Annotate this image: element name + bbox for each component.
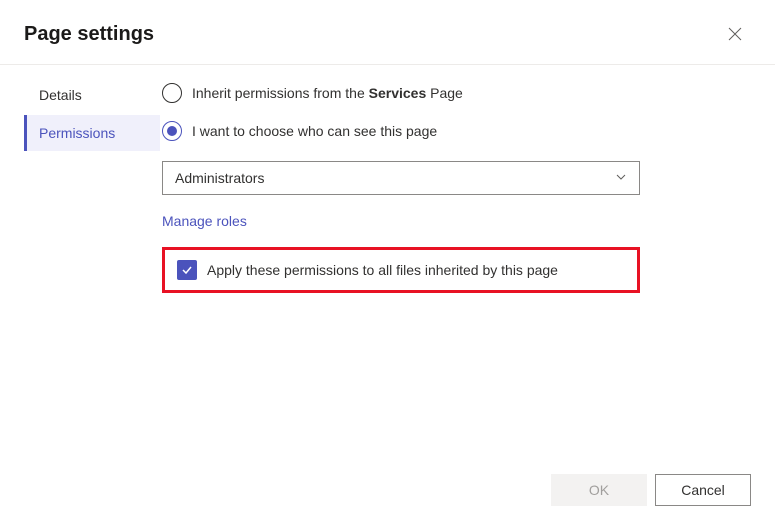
chevron-down-icon	[615, 170, 627, 186]
ok-button: OK	[551, 474, 647, 506]
radio-inherit-row[interactable]: Inherit permissions from the Services Pa…	[162, 83, 735, 103]
check-icon	[180, 263, 194, 277]
radio-inherit[interactable]	[162, 83, 182, 103]
radio-choose-label: I want to choose who can see this page	[192, 123, 437, 139]
tab-permissions[interactable]: Permissions	[24, 115, 160, 151]
sidebar: Details Permissions	[0, 77, 160, 293]
apply-checkbox-label: Apply these permissions to all files inh…	[207, 262, 558, 278]
radio-inherit-suffix: Page	[426, 85, 463, 101]
radio-choose-row[interactable]: I want to choose who can see this page	[162, 121, 735, 141]
main-panel: Inherit permissions from the Services Pa…	[160, 77, 775, 293]
close-button[interactable]	[719, 18, 751, 50]
manage-roles-link[interactable]: Manage roles	[162, 213, 247, 229]
roles-dropdown[interactable]: Administrators	[162, 161, 640, 195]
radio-inherit-prefix: Inherit permissions from the	[192, 85, 369, 101]
dialog-footer: OK Cancel	[551, 474, 751, 506]
cancel-button[interactable]: Cancel	[655, 474, 751, 506]
apply-checkbox[interactable]	[177, 260, 197, 280]
radio-dot-icon	[167, 126, 177, 136]
apply-permissions-highlight: Apply these permissions to all files inh…	[162, 247, 640, 293]
close-icon	[728, 27, 742, 41]
radio-choose[interactable]	[162, 121, 182, 141]
dialog-header: Page settings	[0, 0, 775, 65]
dropdown-value: Administrators	[175, 170, 264, 186]
dialog-title: Page settings	[24, 23, 154, 46]
dialog-content: Details Permissions Inherit permissions …	[0, 65, 775, 293]
radio-inherit-label: Inherit permissions from the Services Pa…	[192, 85, 463, 101]
radio-inherit-bold: Services	[369, 85, 427, 101]
tab-details[interactable]: Details	[24, 77, 160, 113]
